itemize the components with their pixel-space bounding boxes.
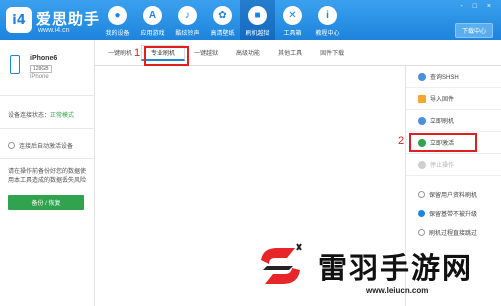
nav-apps-games[interactable]: A 应用游戏 — [135, 0, 170, 40]
connection-value: 正常模式 — [50, 113, 75, 119]
stop-button[interactable]: 停止操作 — [406, 154, 501, 176]
window-controls[interactable]: - □ × — [460, 3, 495, 10]
watermark-text: 雷羽手游网 — [318, 251, 474, 285]
divider — [0, 158, 95, 159]
query-shsh-button[interactable]: 查询SHSH — [406, 66, 501, 88]
download-center-button[interactable]: 下载中心 — [454, 23, 493, 38]
watermark-logo — [261, 243, 302, 284]
app-url: www.i4.cn — [38, 27, 70, 34]
search-icon — [418, 72, 426, 81]
tab-firmware-download[interactable]: 固件下载 — [311, 45, 353, 61]
nav-label: 应用游戏 — [140, 31, 165, 37]
nav-wallpapers[interactable]: ✿ 高清壁纸 — [205, 0, 240, 40]
info-icon: i — [318, 6, 337, 25]
device-model: iPhone — [30, 74, 49, 80]
nav-flash-jailbreak[interactable]: ■ 刷机越狱 — [240, 0, 275, 40]
annotation-marker-2: 2 — [398, 135, 405, 147]
divider — [0, 128, 95, 129]
import-firmware-label: 导入固件 — [430, 97, 455, 103]
backup-restore-button[interactable]: 备份 / 恢复 — [8, 195, 84, 210]
flower-icon: ✿ — [213, 6, 232, 25]
apple-icon: ● — [108, 6, 127, 25]
nav-my-device[interactable]: ● 我的设备 — [100, 0, 135, 40]
top-bar: i4 爱思助手 www.i4.cn ● 我的设备 A 应用游戏 ♪ 酷炫铃声 ✿… — [0, 0, 501, 40]
keep-user-data-option[interactable]: 保留用户资料刷机 — [418, 190, 477, 199]
nav-label: 刷机越狱 — [245, 31, 270, 37]
nav-label: 我的设备 — [105, 31, 130, 37]
import-firmware-button[interactable]: 导入固件 — [406, 88, 501, 110]
stop-label: 停止操作 — [430, 163, 455, 169]
connection-status: 设备连接状态：正常模式 — [8, 110, 74, 119]
keep-baseband-label: 保留基带不被升级 — [429, 212, 478, 218]
watermark-url: www.leiucn.com — [366, 286, 429, 295]
nav-label: 酷炫铃声 — [175, 31, 200, 37]
stop-icon — [418, 160, 426, 169]
app-brand: 爱思助手 — [36, 11, 101, 28]
radio-icon[interactable] — [8, 142, 15, 149]
device-name: iPhone6 — [30, 55, 58, 62]
flash-now-label: 立即刷机 — [430, 119, 455, 125]
flash-icon — [418, 116, 426, 125]
tab-jailbreak[interactable]: 一键越狱 — [185, 45, 227, 61]
app-logo: i4 — [6, 7, 32, 33]
tab-advanced[interactable]: 高级功能 — [227, 45, 269, 61]
nav-toolbox[interactable]: ✕ 工具箱 — [275, 0, 310, 40]
checked-radio-icon[interactable] — [418, 210, 425, 217]
radio-icon[interactable] — [418, 229, 425, 236]
radio-icon[interactable] — [418, 191, 425, 198]
device-panel: iPhone6 128GB iPhone 设备连接状态：正常模式 连接后自动激活… — [0, 40, 95, 306]
box-icon: ■ — [248, 6, 267, 25]
keep-baseband-option[interactable]: 保留基带不被升级 — [418, 209, 477, 218]
nav-label: 工具箱 — [283, 31, 302, 37]
annotation-marker-1: 1 — [134, 47, 141, 59]
skip-label: 刷机过程直接跳过 — [429, 231, 478, 237]
main-nav: ● 我的设备 A 应用游戏 ♪ 酷炫铃声 ✿ 高清壁纸 ■ 刷机越狱 ✕ 工具箱… — [100, 0, 345, 40]
divider — [0, 95, 95, 96]
nav-label: 教程中心 — [315, 31, 340, 37]
device-capacity: 128GB — [30, 65, 52, 73]
auto-activate-option[interactable]: 连接后自动激活设备 — [8, 141, 73, 150]
auto-activate-label: 连接后自动激活设备 — [19, 144, 74, 150]
nav-ringtones[interactable]: ♪ 酷炫铃声 — [170, 0, 205, 40]
phone-icon — [10, 55, 20, 74]
query-shsh-label: 查询SHSH — [430, 75, 459, 81]
app-store-icon: A — [143, 6, 162, 25]
skip-option[interactable]: 刷机过程直接跳过 — [418, 228, 477, 237]
tools-icon: ✕ — [283, 6, 302, 25]
nav-label: 高清壁纸 — [210, 31, 235, 37]
nav-tutorials[interactable]: i 教程中心 — [310, 0, 345, 40]
folder-icon — [418, 94, 426, 103]
highlight-box-1 — [144, 46, 189, 66]
keep-user-data-label: 保留用户资料刷机 — [429, 193, 478, 199]
highlight-box-2 — [409, 133, 477, 152]
tab-other-tools[interactable]: 其他工具 — [269, 45, 311, 61]
connection-label: 设备连接状态： — [8, 113, 51, 119]
backup-tip: 请在操作前备份好您的数据使用本工具造成的数据丢失风险 — [8, 169, 87, 184]
bell-icon: ♪ — [178, 6, 197, 25]
flash-now-button[interactable]: 立即刷机 — [406, 110, 501, 132]
